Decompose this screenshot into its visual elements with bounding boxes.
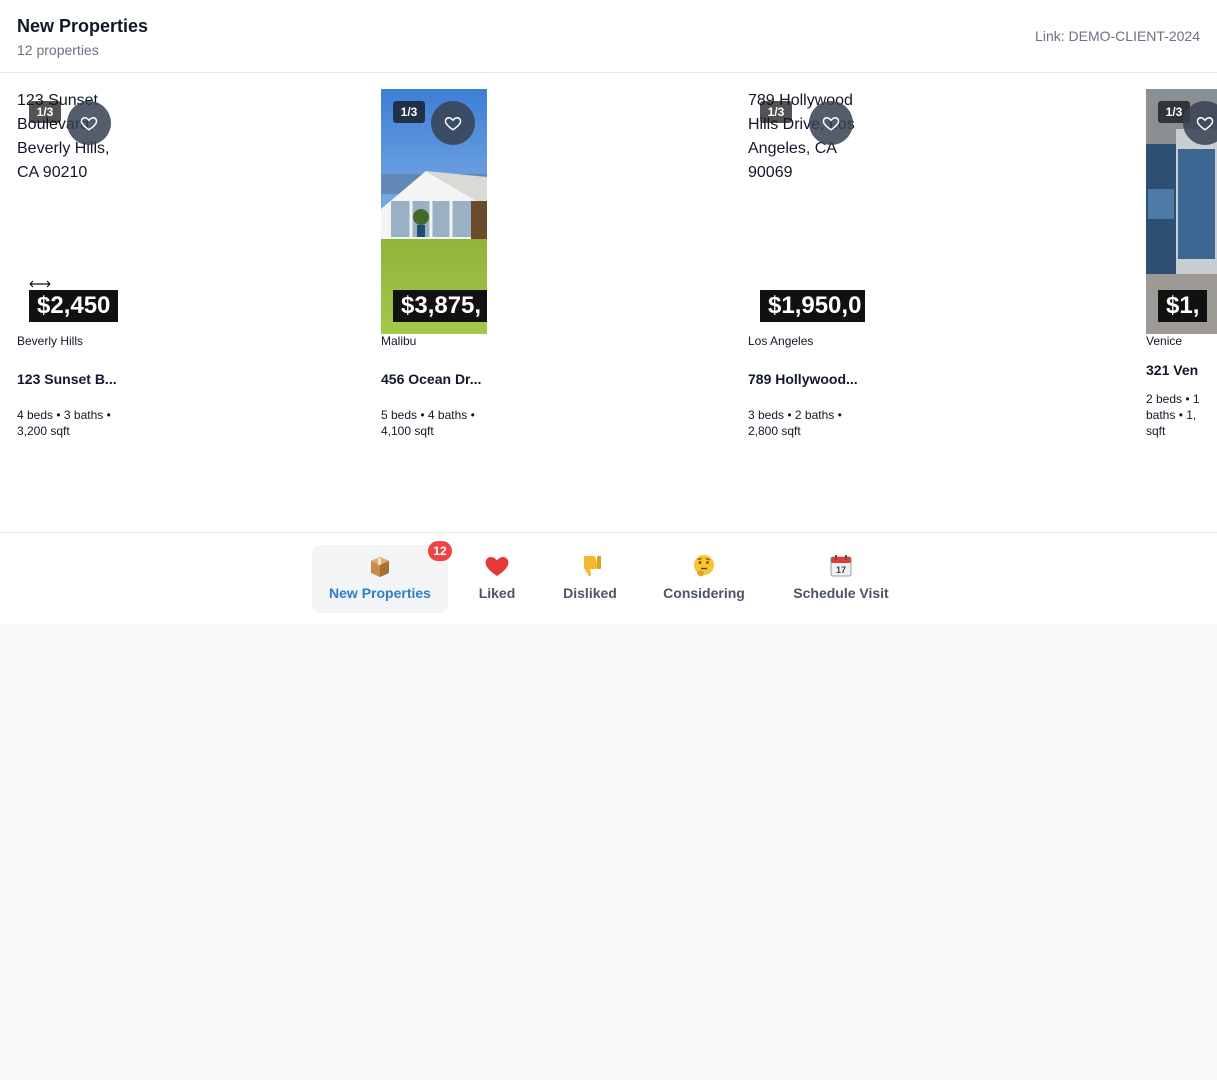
nav-new-properties[interactable]: New Properties 12 <box>312 541 452 613</box>
favorite-button[interactable] <box>431 101 475 145</box>
page-title: New Properties <box>17 16 149 36</box>
property-card[interactable]: 1/3 $1, Venice 321 Ven 2 beds • 1 baths … <box>1146 89 1217 449</box>
favorite-button[interactable] <box>67 101 111 145</box>
page-header: New Properties 12 properties Link: DEMO-… <box>0 0 1217 73</box>
nav-liked[interactable]: Liked <box>466 545 528 613</box>
property-stats: 2 beds • 1 baths • 1, sqft <box>1146 392 1200 438</box>
nav-label: Disliked <box>563 585 617 601</box>
property-stats: 5 beds • 4 baths • 4,100 sqft <box>381 408 475 438</box>
property-card[interactable]: 789 Hollywood Hills Drive, Los Angeles, … <box>748 89 1088 449</box>
price-tag: $2,450 <box>29 290 119 322</box>
nav-schedule-visit[interactable]: 17 Schedule Visit <box>782 545 900 613</box>
bottom-nav: New Properties 12 Liked Disliked Conside… <box>0 532 1217 624</box>
property-city: Venice <box>1146 334 1183 348</box>
price-tag: $1, <box>1158 290 1208 322</box>
property-card[interactable]: 1/3 $3,875, Malibu 456 Ocean Dr... 5 bed… <box>381 89 721 449</box>
thumbs-down-icon <box>582 556 601 577</box>
heart-outline-icon <box>822 116 840 131</box>
property-carousel[interactable]: 123 Sunset Boulevard, Beverly Hills, CA … <box>0 73 1217 531</box>
property-city: Los Angeles <box>748 334 814 348</box>
nav-considering[interactable]: Considering <box>652 545 756 613</box>
favorite-button[interactable] <box>809 101 853 145</box>
property-count: 12 properties <box>17 42 99 58</box>
photo-counter: 1/3 <box>393 101 425 123</box>
nav-label: New Properties <box>329 585 431 601</box>
nav-disliked[interactable]: Disliked <box>550 545 630 613</box>
nav-label: Considering <box>663 585 745 601</box>
property-stats: 3 beds • 2 baths • 2,800 sqft <box>748 408 842 438</box>
property-city: Malibu <box>381 334 417 348</box>
property-address: 123 Sunset B... <box>17 371 117 387</box>
nav-label: Schedule Visit <box>793 585 889 601</box>
property-photo[interactable]: 123 Sunset Boulevard, Beverly Hills, CA … <box>17 89 123 334</box>
calendar-icon: 17 <box>830 555 852 577</box>
heart-outline-icon <box>1196 116 1214 131</box>
property-photo[interactable]: 1/3 $1, <box>1146 89 1217 334</box>
property-address: 456 Ocean Dr... <box>381 371 482 387</box>
client-link: Link: DEMO-CLIENT-2024 <box>1035 28 1200 44</box>
thinking-face-icon <box>694 555 714 577</box>
heart-icon <box>485 557 509 576</box>
heart-outline-icon <box>444 116 462 131</box>
price-tag: $3,875, <box>393 290 487 322</box>
property-city: Beverly Hills <box>17 334 84 348</box>
property-photo[interactable]: 789 Hollywood Hills Drive, Los Angeles, … <box>748 89 865 334</box>
photo-counter: 1/3 <box>29 101 61 123</box>
new-count-badge: 12 <box>428 541 452 561</box>
heart-outline-icon <box>80 116 98 131</box>
property-address: 789 Hollywood... <box>748 371 858 387</box>
property-stats: 4 beds • 3 baths • 3,200 sqft <box>17 408 111 438</box>
nav-label: Liked <box>478 585 516 601</box>
photo-counter: 1/3 <box>760 101 792 123</box>
property-address: 321 Ven <box>1146 362 1199 378</box>
swap-arrows-icon <box>29 280 51 288</box>
price-tag: $1,950,0 <box>760 290 865 322</box>
property-card[interactable]: 123 Sunset Boulevard, Beverly Hills, CA … <box>17 89 357 449</box>
calendar-day: 17 <box>836 565 846 575</box>
package-icon <box>371 557 389 577</box>
property-photo[interactable]: 1/3 $3,875, <box>381 89 487 334</box>
